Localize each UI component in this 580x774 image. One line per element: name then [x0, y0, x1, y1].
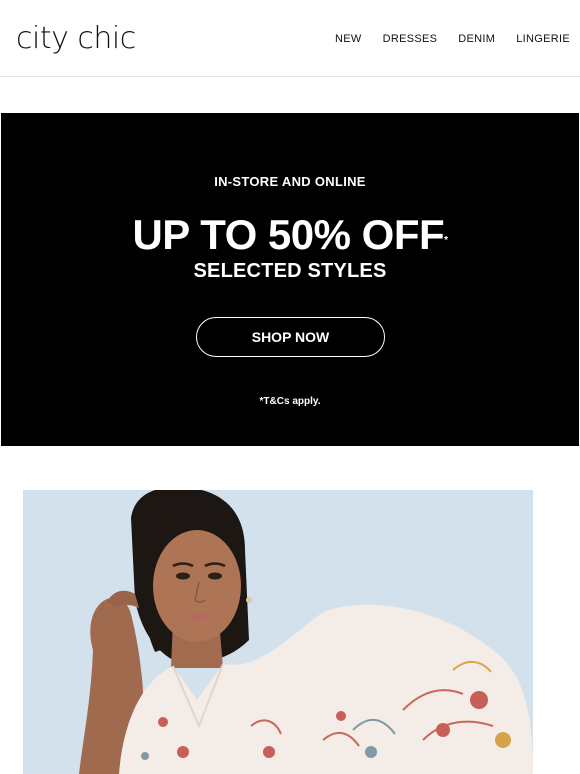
nav-item-dresses[interactable]: DRESSES	[383, 32, 438, 46]
nav-item-new[interactable]: NEW	[335, 32, 362, 46]
hero-image[interactable]	[23, 490, 533, 774]
nav-item-lingerie[interactable]: LINGERIE	[516, 32, 570, 46]
brand-logo[interactable]: city chic	[16, 20, 136, 58]
promo-eyebrow: IN-STORE AND ONLINE	[214, 174, 366, 189]
shop-now-button[interactable]: SHOP NOW	[196, 317, 385, 357]
promo-banner[interactable]: IN-STORE AND ONLINE UP TO 50% OFF* SELEC…	[1, 113, 579, 446]
email-header: city chic NEW DRESSES DENIM LINGERIE	[0, 0, 580, 77]
promo-headline-text: UP TO 50% OFF	[132, 211, 445, 258]
promo-headline-mark: *	[444, 235, 448, 246]
top-nav: NEW DRESSES DENIM LINGERIE	[314, 32, 570, 46]
promo-headline: UP TO 50% OFF*	[1, 211, 579, 259]
nav-item-denim[interactable]: DENIM	[458, 32, 495, 46]
model-photo-illustration	[23, 490, 533, 774]
promo-subline: SELECTED STYLES	[193, 260, 387, 282]
terms-note[interactable]: *T&Cs apply.	[1, 396, 579, 408]
